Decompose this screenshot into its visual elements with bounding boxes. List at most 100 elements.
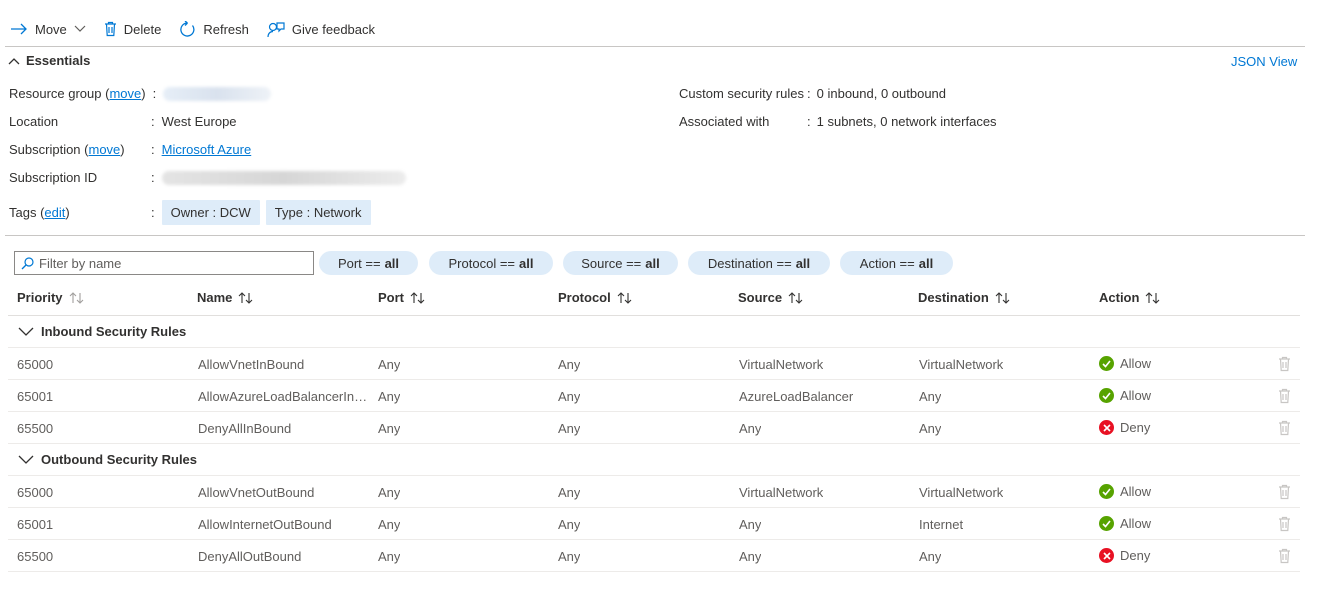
subscription-move-link[interactable]: move [89, 142, 121, 157]
subscription-row: Subscription (move) : Microsoft Azure [9, 142, 251, 157]
protocol-filter-pill[interactable]: Protocol == all [429, 251, 553, 275]
cell-port: Any [378, 549, 401, 564]
move-label: Move [35, 21, 67, 37]
column-header-label: Port [378, 290, 404, 305]
resource-group-move-link[interactable]: move [109, 86, 141, 101]
tags-row: Tags (edit) : Owner : DCW Type : Network [9, 200, 377, 225]
error-circle-icon [1099, 420, 1114, 435]
filter-by-name-input[interactable]: Filter by name [14, 251, 314, 275]
cell-destination: Any [919, 389, 942, 404]
cell-priority: 65000 [17, 357, 54, 372]
cell-port: Any [378, 389, 401, 404]
cell-action: Allow [1099, 484, 1151, 499]
table-row[interactable]: 65000 AllowVnetInBound Any Any VirtualNe… [8, 348, 1300, 380]
column-header-port[interactable]: Port [378, 290, 426, 305]
cell-protocol: Any [558, 549, 581, 564]
cell-name: AllowVnetOutBound [198, 485, 315, 500]
location-row: Location : West Europe [9, 114, 237, 129]
table-row[interactable]: 65000 AllowVnetOutBound Any Any VirtualN… [8, 476, 1300, 508]
action-label: Allow [1120, 516, 1152, 531]
location-value: West Europe [161, 114, 237, 129]
cell-name: AllowAzureLoadBalancerInBound [198, 389, 370, 404]
cell-destination: Internet [919, 517, 964, 532]
pill-value: all [384, 255, 400, 271]
action-label: Deny [1120, 548, 1151, 563]
column-header-source[interactable]: Source [738, 290, 804, 305]
cell-protocol: Any [558, 421, 581, 436]
column-header-destination[interactable]: Destination [918, 290, 1011, 305]
column-header-label: Source [738, 290, 783, 305]
cell-action: Allow [1099, 356, 1151, 371]
action-filter-pill[interactable]: Action == all [840, 251, 953, 275]
refresh-icon [180, 20, 195, 37]
move-button[interactable]: Move [0, 14, 94, 44]
cell-destination: Any [919, 421, 942, 436]
check-circle-icon [1099, 516, 1114, 531]
table-row[interactable]: 65001 AllowInternetOutBound Any Any Any … [8, 508, 1300, 540]
subscription-label: Subscription (move) [9, 142, 125, 157]
column-header-protocol[interactable]: Protocol [558, 290, 633, 305]
source-filter-pill[interactable]: Source == all [563, 251, 678, 275]
delete-rule-trash-icon[interactable] [1278, 420, 1291, 436]
check-circle-icon [1099, 484, 1114, 499]
delete-rule-trash-icon[interactable] [1278, 356, 1291, 372]
delete-rule-trash-icon[interactable] [1278, 484, 1291, 500]
resource-group-value-redacted[interactable] [163, 86, 272, 101]
cell-action: Deny [1099, 548, 1150, 563]
cell-destination: VirtualNetwork [919, 485, 1004, 500]
colon: : [151, 170, 155, 185]
cell-destination: VirtualNetwork [919, 357, 1004, 372]
sort-icon [410, 291, 425, 304]
cell-name: AllowInternetOutBound [198, 517, 332, 532]
cell-name: AllowVnetInBound [198, 357, 305, 372]
check-circle-icon [1099, 388, 1114, 403]
cell-port: Any [378, 485, 401, 500]
delete-button[interactable]: Delete [94, 14, 170, 44]
cell-name: DenyAllOutBound [198, 549, 302, 564]
destination-filter-pill[interactable]: Destination == all [688, 251, 830, 275]
error-circle-icon [1099, 548, 1114, 563]
chevron-up-icon [8, 57, 20, 64]
cell-protocol: Any [558, 517, 581, 532]
cell-action: Deny [1099, 420, 1150, 435]
toolbar-divider [5, 46, 1305, 47]
column-header-label: Name [197, 290, 233, 305]
give-feedback-button[interactable]: Give feedback [257, 14, 383, 44]
tag-owner: Owner : DCW [161, 200, 260, 225]
column-header-label: Destination [918, 290, 989, 305]
column-header-label: Action [1099, 290, 1140, 305]
refresh-button[interactable]: Refresh [169, 14, 257, 44]
subscription-link[interactable]: Microsoft Azure [162, 142, 252, 157]
table-row[interactable]: 65500 DenyAllInBound Any Any Any Any Den… [8, 412, 1300, 444]
delete-label: Delete [123, 21, 162, 37]
cell-source: AzureLoadBalancer [739, 389, 854, 404]
colon: : [807, 86, 811, 101]
column-header-priority[interactable]: Priority [17, 290, 85, 305]
sort-icon [617, 291, 632, 304]
inbound-group-header[interactable]: Inbound Security Rules [18, 324, 186, 339]
table-row[interactable]: 65001 AllowAzureLoadBalancerInBound Any … [8, 380, 1300, 412]
delete-rule-trash-icon[interactable] [1278, 516, 1291, 532]
give-feedback-label: Give feedback [291, 21, 376, 37]
row-divider [8, 443, 1300, 444]
custom-rules-value: 0 inbound, 0 outbound [816, 86, 947, 101]
tags-edit-link[interactable]: edit [44, 205, 65, 220]
cell-priority: 65000 [17, 485, 54, 500]
essentials-toggle[interactable]: Essentials [8, 53, 90, 68]
colon: : [152, 86, 157, 101]
delete-rule-trash-icon[interactable] [1278, 388, 1291, 404]
resource-group-row: Resource group (move) : [9, 86, 272, 101]
outbound-group-header[interactable]: Outbound Security Rules [18, 452, 197, 467]
associated-row: Associated with : 1 subnets, 0 network i… [679, 114, 997, 129]
colon: : [151, 114, 155, 129]
feedback-icon [267, 21, 285, 37]
cell-source: VirtualNetwork [739, 357, 824, 372]
group-title: Inbound Security Rules [41, 324, 187, 339]
delete-rule-trash-icon[interactable] [1278, 548, 1291, 564]
table-row[interactable]: 65500 DenyAllOutBound Any Any Any Any De… [8, 540, 1300, 572]
column-header-name[interactable]: Name [197, 290, 254, 305]
column-header-action[interactable]: Action [1099, 290, 1161, 305]
json-view-link[interactable]: JSON View [1231, 54, 1297, 69]
subscription-id-value-redacted [161, 170, 406, 185]
port-filter-pill[interactable]: Port == all [319, 251, 418, 275]
